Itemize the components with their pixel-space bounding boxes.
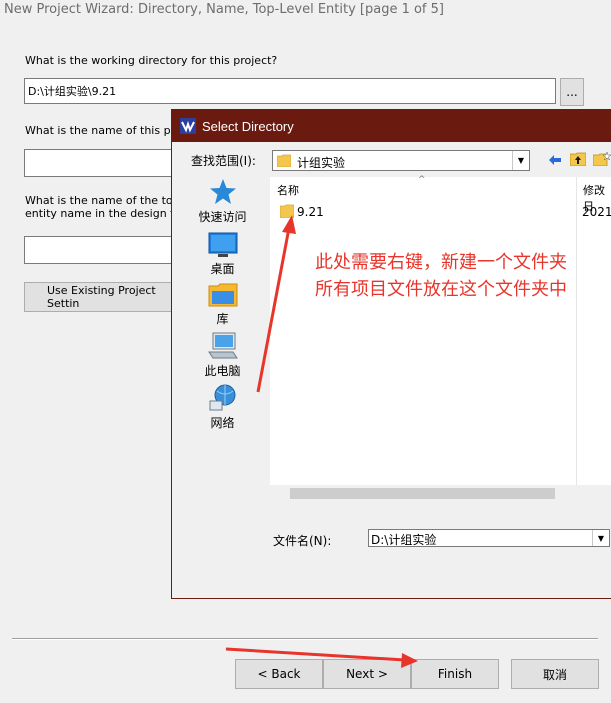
arrow-head: [282, 215, 296, 234]
annotation-arrows: [225, 215, 418, 668]
arrow-to-folder: [256, 227, 291, 393]
arrow-head: [401, 653, 418, 668]
arrow-to-finish: [225, 647, 406, 662]
